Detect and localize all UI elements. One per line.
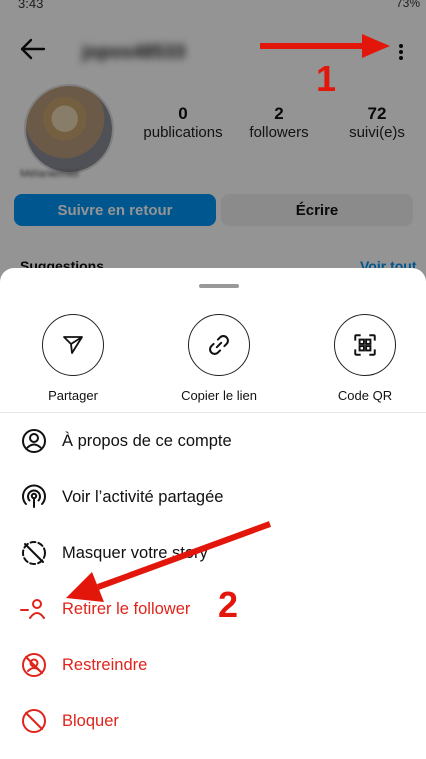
- tutorial-annotations: [66, 34, 390, 602]
- annotation-step-2: 2: [218, 584, 239, 625]
- annotation-step-1: 1: [316, 58, 337, 99]
- annotation-arrow-2: [66, 521, 272, 602]
- annotation-arrow-1: [260, 34, 390, 58]
